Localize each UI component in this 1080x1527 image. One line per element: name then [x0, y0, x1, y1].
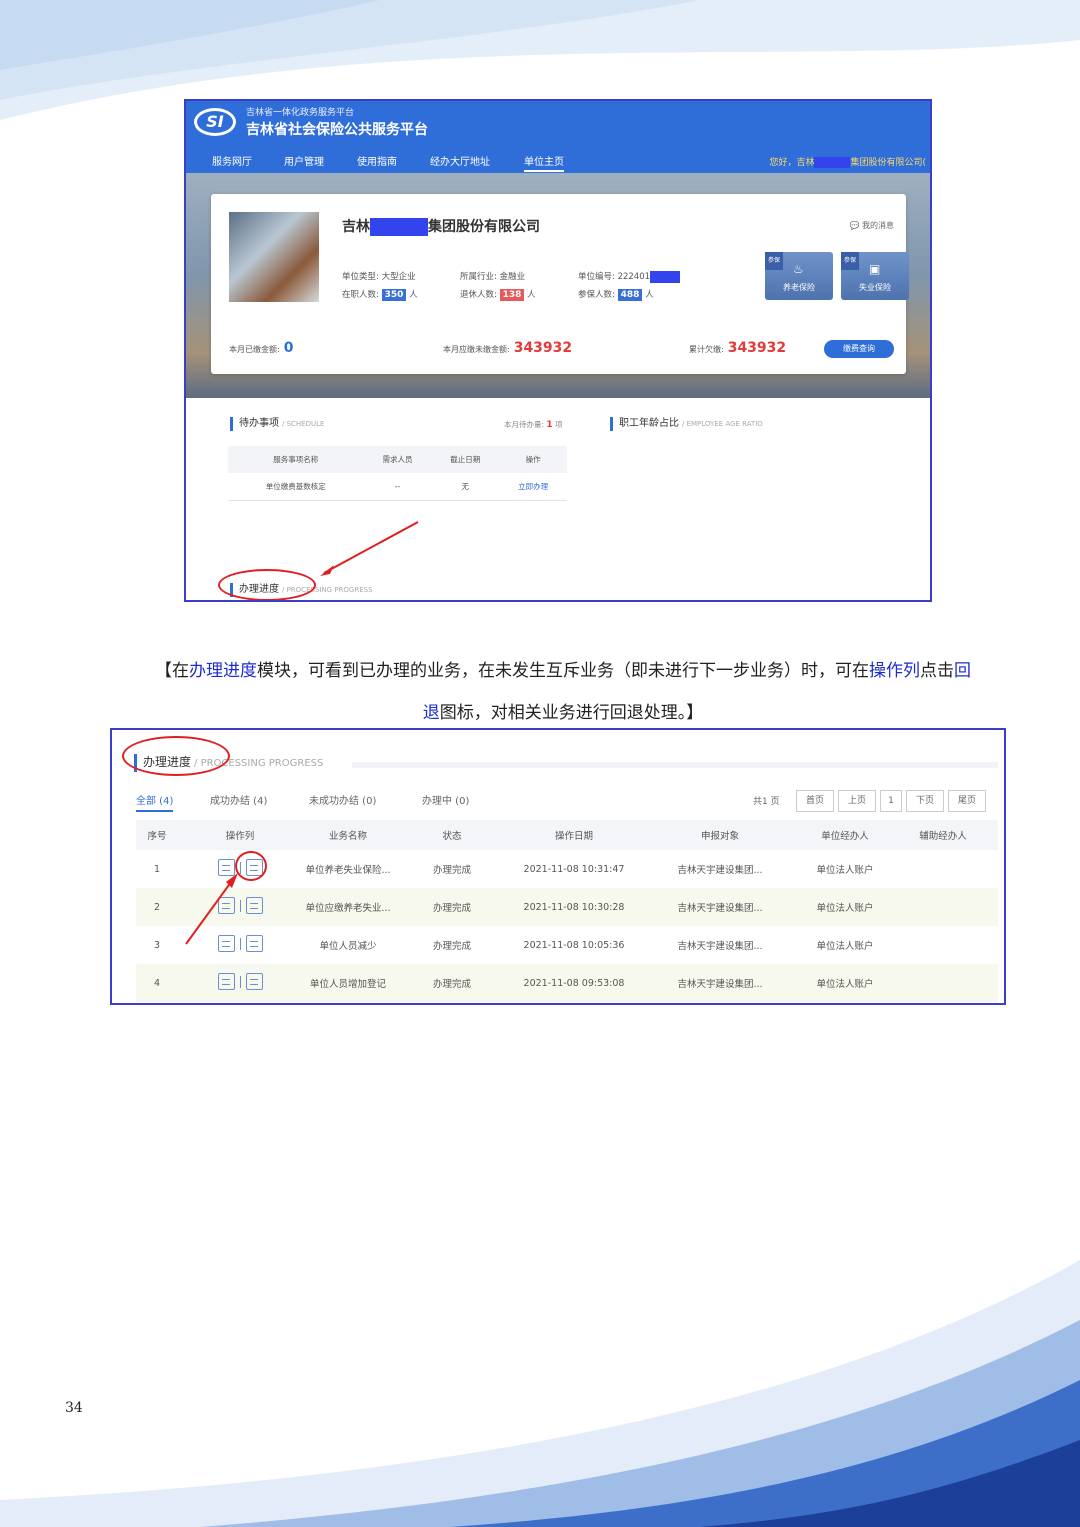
schedule-table: 服务事项名称 需求人员 截止日期 操作 单位缴费基数核定 -- 无 立即办理 [228, 446, 567, 501]
instruction-caption: 【在办理进度模块，可看到已办理的业务，在未发生互斥业务（即未进行下一步业务）时，… [155, 661, 971, 723]
rollback-icon[interactable] [245, 897, 263, 914]
unemployment-insurance-button[interactable]: 参保 ▣ 失业保险 [841, 252, 909, 300]
schedule-count: 本月待办量: 1 项 [504, 420, 563, 430]
platform-title: 吉林省社会保险公共服务平台 [246, 122, 428, 138]
chat-icon: 💬 [849, 221, 860, 230]
my-message-link[interactable]: 💬 我的消息 [849, 220, 894, 231]
highlight-circle [218, 569, 316, 600]
schedule-section-title: 待办事项 / SCHEDULE [230, 417, 324, 431]
progress-table: 序号 操作列 业务名称 状态 操作日期 申报对象 单位经办人 辅助经办人 1 单… [136, 820, 998, 1002]
industry: 所属行业: 金融业 [460, 272, 526, 282]
unit-type: 单位类型: 大型企业 [342, 272, 416, 282]
user-greeting[interactable]: 您好，吉林 集团股份有限公司( [769, 155, 926, 168]
pager-current-page[interactable]: 1 [880, 790, 902, 812]
tab-success[interactable]: 成功办结 (4) [210, 792, 267, 807]
arrears-amount: 累计欠缴: 343932 [689, 340, 787, 356]
highlight-circle [122, 736, 230, 776]
company-name: 吉林 集团股份有限公司 [342, 218, 540, 236]
print-icon[interactable] [217, 973, 235, 990]
insured-count: 参保人数: 488 人 [578, 289, 654, 301]
age-ratio-section-title: 职工年龄占比 / EMPLOYEE AGE RATIO [610, 417, 763, 431]
nav-hall-address[interactable]: 经办大厅地址 [430, 153, 490, 168]
rollback-icon[interactable] [245, 935, 263, 952]
tab-unsuccessful[interactable]: 未成功办结 (0) [309, 792, 376, 807]
table-row: 3 单位人员减少 办理完成 2021-11-08 10:05:36 吉林天宇建设… [136, 926, 998, 964]
retired-count: 退休人数: 138 人 [460, 289, 536, 301]
pension-insurance-button[interactable]: 参保 ♨ 养老保险 [765, 252, 833, 300]
employee-count: 在职人数: 350 人 [342, 289, 418, 301]
rollback-icon[interactable] [245, 973, 263, 990]
platform-header: SI 吉林省一体化政务服务平台 吉林省社会保险公共服务平台 服务网厅 用户管理 … [186, 101, 930, 173]
table-header-row: 序号 操作列 业务名称 状态 操作日期 申报对象 单位经办人 辅助经办人 [136, 820, 998, 850]
screenshot-processing-progress: 办理进度 / PROCESSING PROGRESS 全部 (4) 成功办结 (4… [110, 728, 1006, 1005]
due-amount: 本月应缴未缴金额: 343932 [443, 340, 573, 356]
bottom-wave-decoration [0, 1260, 1080, 1527]
handle-now-link[interactable]: 立即办理 [499, 473, 567, 501]
pointer-arrow [185, 873, 238, 945]
tab-all[interactable]: 全部 (4) [136, 792, 174, 812]
redaction-block [814, 157, 851, 168]
payment-query-button[interactable]: 缴费查询 [824, 340, 894, 358]
title-divider [352, 762, 998, 768]
nav-service-hall[interactable]: 服务网厅 [212, 153, 252, 168]
table-row: 2 单位应缴养老失业... 办理完成 2021-11-08 10:30:28 吉… [136, 888, 998, 926]
redaction-block [370, 218, 428, 236]
table-header-row: 服务事项名称 需求人员 截止日期 操作 [228, 446, 567, 473]
company-info-card: 吉林 集团股份有限公司 💬 我的消息 单位类型: 大型企业 所属行业: 金融业 单… [211, 194, 909, 374]
pager-prev-button[interactable]: 上页 [838, 790, 876, 812]
nav-user-management[interactable]: 用户管理 [284, 153, 324, 168]
pointer-arrow [320, 521, 419, 576]
pager-total: 共1 页 [753, 797, 780, 807]
briefcase-icon: ▣ [869, 262, 881, 276]
table-row: 单位缴费基数核定 -- 无 立即办理 [228, 473, 567, 501]
company-building-image [229, 212, 319, 302]
page-number: 34 [65, 1400, 83, 1416]
redaction-block [650, 270, 681, 283]
tab-processing[interactable]: 办理中 (0) [422, 792, 469, 807]
nav-usage-guide[interactable]: 使用指南 [357, 153, 397, 168]
paid-amount: 本月已缴金额: 0 [229, 340, 294, 356]
table-row: 4 单位人员增加登记 办理完成 2021-11-08 09:53:08 吉林天宇… [136, 964, 998, 1002]
pager-last-button[interactable]: 尾页 [948, 790, 986, 812]
platform-subtitle: 吉林省一体化政务服务平台 [246, 108, 355, 118]
pager-first-button[interactable]: 首页 [796, 790, 834, 812]
nav-unit-homepage[interactable]: 单位主页 [524, 153, 564, 172]
screenshot-unit-homepage: SI 吉林省一体化政务服务平台 吉林省社会保险公共服务平台 服务网厅 用户管理 … [184, 99, 932, 602]
unit-code: 单位编号: 222401 [578, 270, 681, 283]
pager-next-button[interactable]: 下页 [906, 790, 944, 812]
si-logo: SI [194, 108, 236, 136]
pension-icon: ♨ [793, 262, 804, 276]
